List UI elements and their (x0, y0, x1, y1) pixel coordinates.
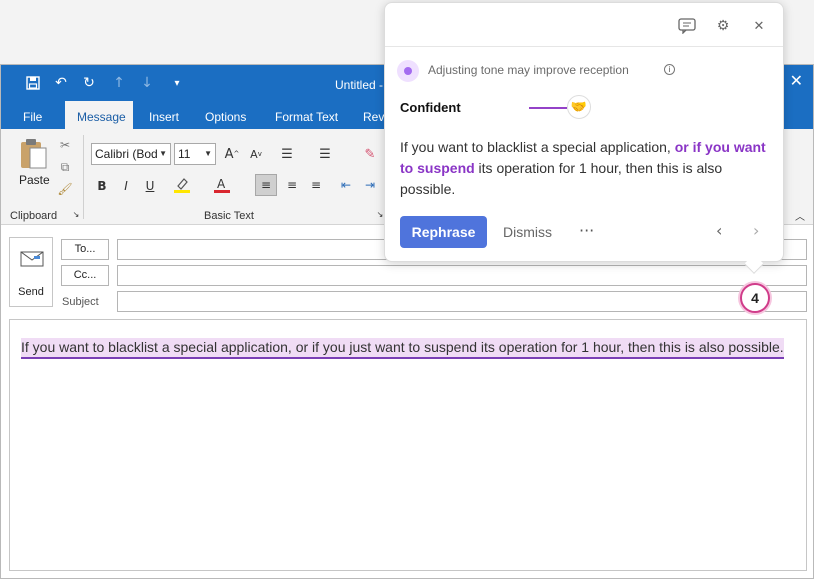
send-icon (20, 250, 44, 271)
font-size-value: 11 (178, 147, 191, 161)
previous-icon[interactable]: ‹ (716, 221, 722, 240)
clipboard-launcher-icon[interactable]: ↘ (71, 209, 81, 219)
collapse-ribbon-icon[interactable]: ︿ (793, 209, 807, 223)
tone-indicator-icon (397, 60, 419, 82)
tab-format-text[interactable]: Format Text (263, 101, 350, 129)
grow-font-icon[interactable]: A ^ (223, 145, 241, 163)
suggestion-before: If you want to blacklist a special appli… (400, 139, 675, 155)
close-icon[interactable]: ✕ (748, 15, 770, 37)
bullets-icon[interactable]: ☰ (277, 145, 297, 163)
font-size-combo[interactable]: 11 ▼ (174, 143, 216, 165)
tab-insert[interactable]: Insert (137, 101, 191, 129)
align-left-icon[interactable]: ≡ (255, 174, 277, 196)
grammarly-header: ⚙ ✕ (385, 3, 783, 47)
body-text[interactable]: If you want to blacklist a special appli… (21, 338, 784, 359)
suggestion-text: If you want to blacklist a special appli… (400, 137, 772, 200)
chevron-down-icon: ▼ (159, 149, 167, 158)
underline-button[interactable]: U (141, 177, 159, 195)
italic-button[interactable]: I (117, 177, 135, 195)
font-color-icon[interactable]: A (211, 175, 233, 195)
to-button[interactable]: To... (61, 239, 109, 260)
font-name-combo[interactable]: Calibri (Bod ▼ (91, 143, 171, 165)
customize-icon[interactable]: ▾ (167, 73, 187, 93)
grammarly-suggestion-card: ⚙ ✕ Adjusting tone may improve reception… (384, 2, 784, 274)
close-icon[interactable]: ✕ (790, 71, 803, 90)
message-body[interactable]: If you want to blacklist a special appli… (9, 319, 807, 571)
dismiss-button[interactable]: Dismiss (503, 224, 552, 240)
grammarly-badge[interactable]: 4 (740, 283, 770, 313)
clear-formatting-icon[interactable]: ✎ (361, 145, 379, 163)
tab-options[interactable]: Options (193, 101, 258, 129)
arrow-up-icon[interactable]: ↑ (109, 73, 129, 93)
redo-icon[interactable]: ↻ (79, 73, 99, 93)
bold-button[interactable]: B (93, 177, 111, 195)
decrease-indent-icon[interactable]: ⇤ (335, 174, 357, 196)
tone-meter (529, 107, 567, 109)
tone-label: Confident (400, 100, 461, 115)
align-center-icon[interactable]: ≡ (281, 174, 303, 196)
more-options-icon[interactable]: ··· (579, 221, 594, 240)
format-painter-icon[interactable]: 🖌 (57, 181, 73, 197)
next-icon[interactable]: › (753, 221, 759, 240)
send-label: Send (18, 286, 44, 298)
paste-icon[interactable] (17, 137, 49, 171)
cc-field[interactable] (117, 265, 807, 286)
font-name-value: Calibri (Bod (95, 147, 158, 161)
tab-file[interactable]: File (11, 101, 54, 129)
handshake-icon: 🤝 (567, 95, 591, 119)
copy-icon[interactable]: ⧉ (57, 159, 73, 175)
save-icon[interactable] (23, 73, 43, 93)
paste-label[interactable]: Paste (19, 173, 50, 187)
numbering-icon[interactable]: ☰ (315, 145, 335, 163)
clipboard-group-label: Clipboard (10, 210, 58, 222)
send-button[interactable]: Send (9, 237, 53, 307)
align-right-icon[interactable]: ≡ (305, 174, 327, 196)
rephrase-button[interactable]: Rephrase (400, 216, 487, 248)
increase-indent-icon[interactable]: ⇥ (359, 174, 381, 196)
subject-field[interactable] (117, 291, 807, 312)
arrow-down-icon[interactable]: ↓ (137, 73, 157, 93)
info-icon[interactable]: i (664, 64, 675, 75)
cut-icon[interactable]: ✂ (57, 137, 73, 153)
highlight-icon[interactable] (171, 175, 193, 195)
subject-label: Subject (62, 296, 99, 308)
chevron-down-icon: ▼ (204, 149, 212, 158)
gear-icon[interactable]: ⚙ (712, 15, 734, 37)
window-title: Untitled - (335, 78, 384, 92)
tone-tip: Adjusting tone may improve reception (428, 63, 629, 77)
basic-text-group-label: Basic Text (204, 210, 254, 222)
cc-button[interactable]: Cc... (61, 265, 109, 286)
tab-message[interactable]: Message (65, 101, 133, 129)
undo-icon[interactable]: ↶ (51, 73, 71, 93)
feedback-icon[interactable] (676, 15, 698, 37)
group-separator (83, 135, 84, 219)
shrink-font-icon[interactable]: Av (247, 145, 265, 163)
svg-text:A: A (217, 177, 226, 191)
